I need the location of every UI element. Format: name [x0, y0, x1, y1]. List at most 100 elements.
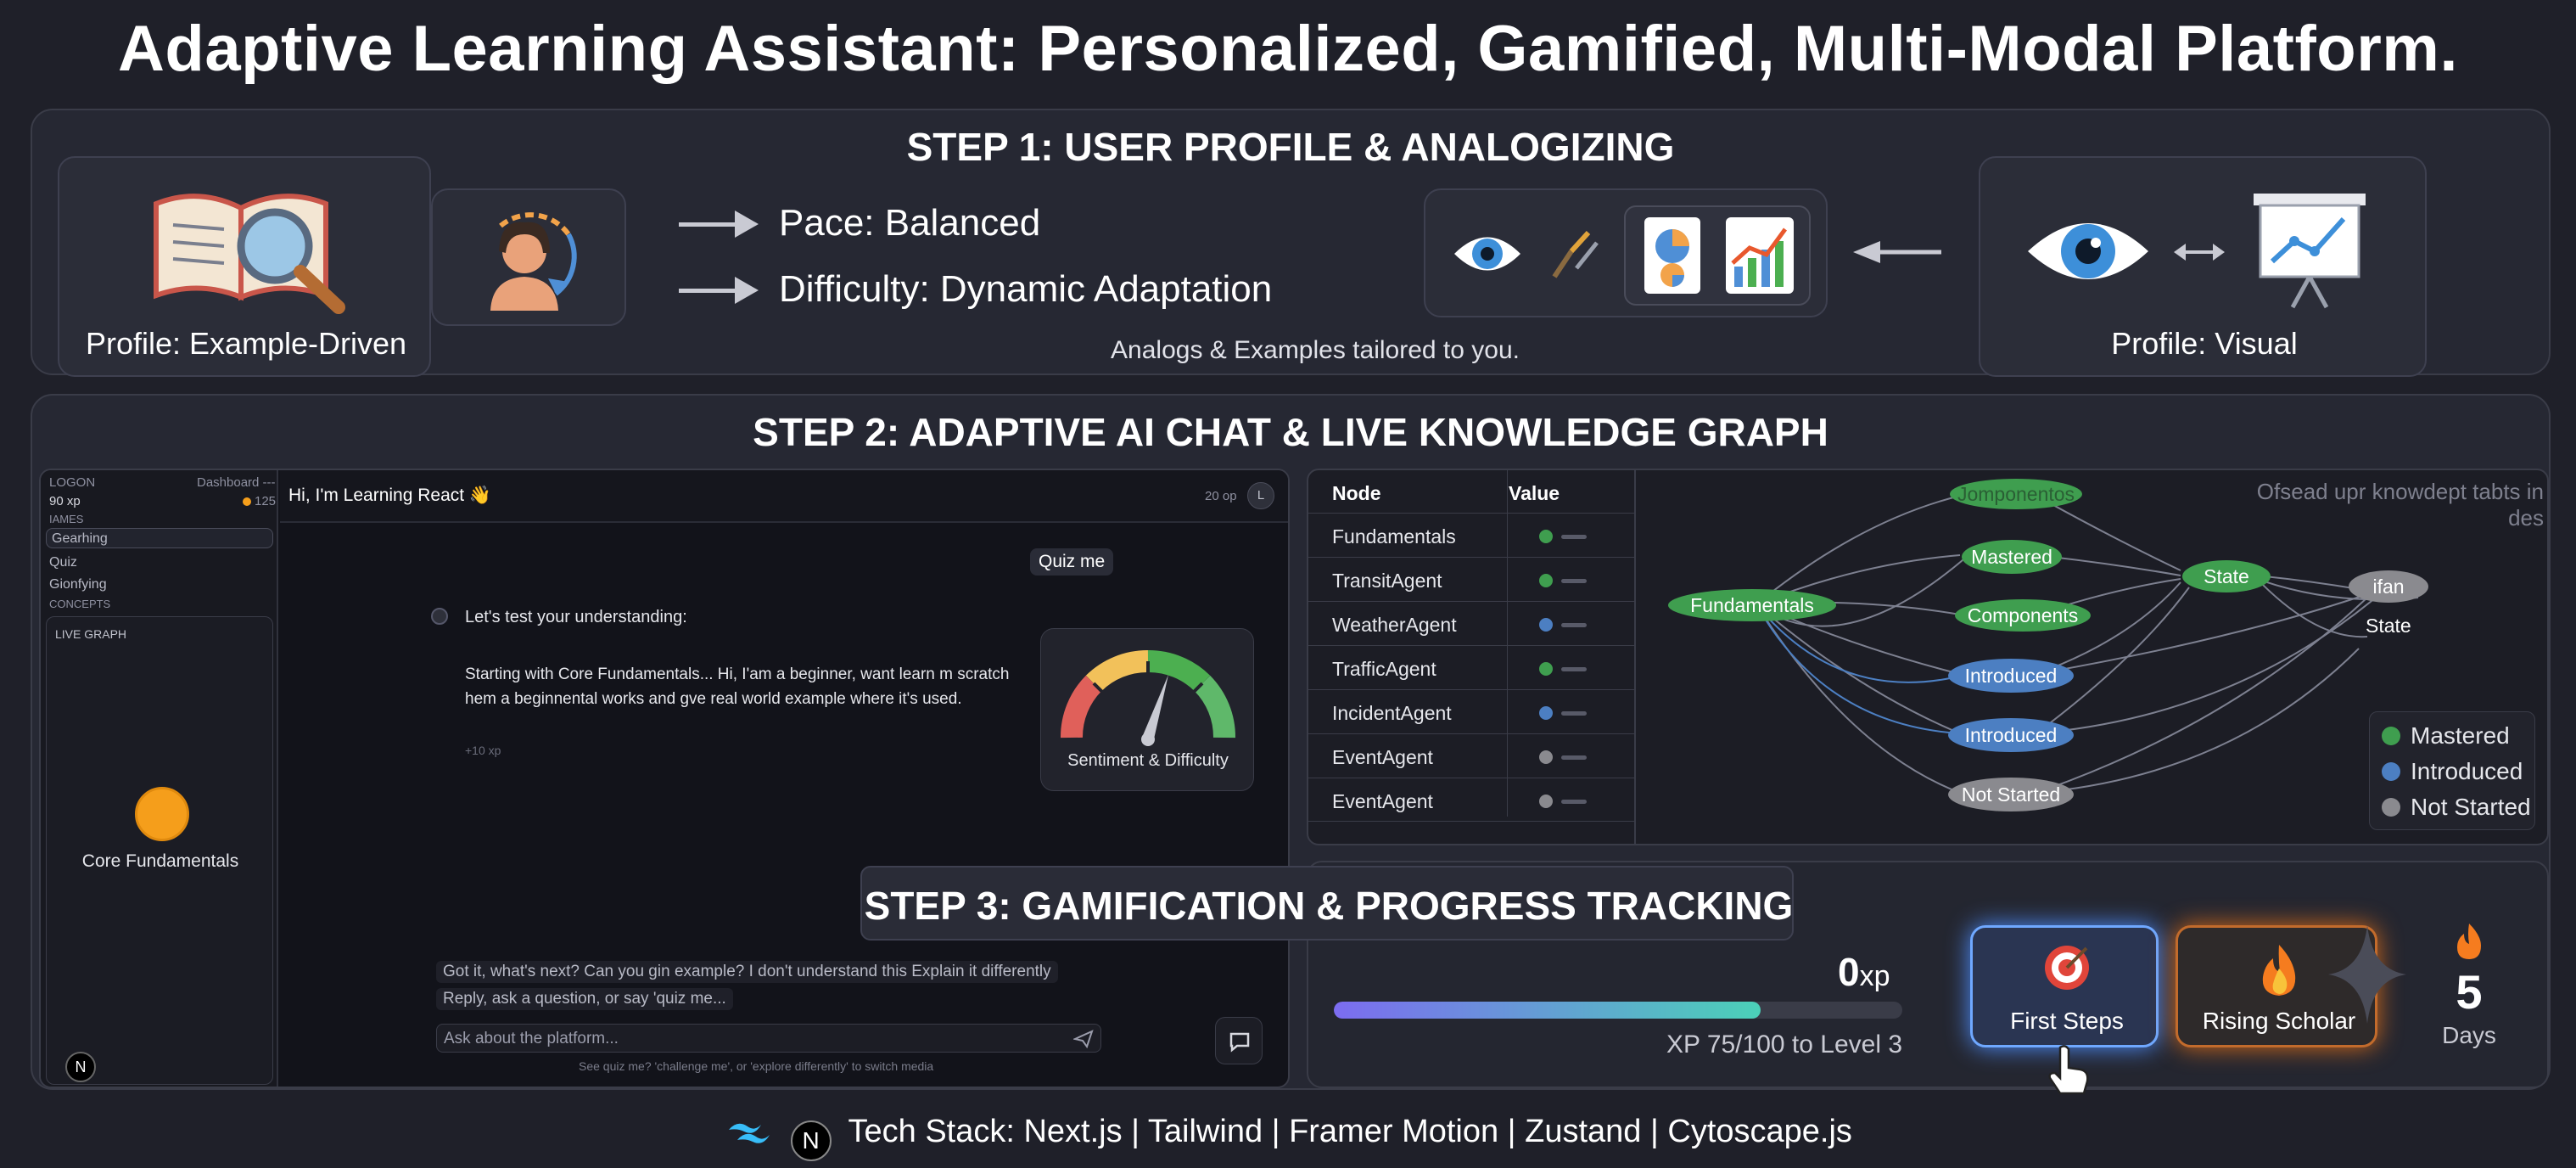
streak-flame-icon: [2457, 924, 2481, 959]
sidebar-dashboard-link[interactable]: Dashboard ---: [197, 475, 276, 490]
pace-label: Pace: Balanced: [779, 202, 1041, 244]
table-row[interactable]: EventAgent: [1308, 733, 1636, 778]
graph-node-fundamentals[interactable]: Fundamentals: [1668, 589, 1836, 621]
user-avatar[interactable]: N: [65, 1052, 96, 1082]
status-dot-introduced: [1539, 618, 1553, 632]
profile-example-label: Profile: Example-Driven: [85, 326, 407, 361]
value-bar: [1561, 535, 1587, 539]
graph-node-introduced-2[interactable]: Introduced: [1948, 718, 2074, 752]
xp-counter: 0xp: [1838, 949, 1890, 995]
graph-node-ifan[interactable]: ifan: [2349, 570, 2428, 603]
table-cell-node: EventAgent: [1332, 746, 1433, 768]
profile-example-card: Profile: Example-Driven: [58, 156, 431, 377]
swap-arrows-icon: [2174, 244, 2225, 261]
legend-dot-introduced: [2382, 762, 2400, 781]
chat-bubble-icon: [1229, 1032, 1250, 1053]
profile-visual-label: Profile: Visual: [2111, 326, 2298, 361]
ai-message-xp: +10 xp: [465, 744, 501, 757]
badge-label: First Steps: [2010, 1008, 2124, 1034]
legend-dot-not-started: [2382, 798, 2400, 817]
tech-stack-label: Tech Stack: Next.js | Tailwind | Framer …: [848, 1114, 1852, 1149]
xp-value: 0: [1838, 950, 1860, 994]
step2-title: STEP 2: ADAPTIVE AI CHAT & LIVE KNOWLEDG…: [753, 410, 1828, 454]
chat-bubble-button[interactable]: [1215, 1017, 1263, 1064]
arrow-pace: [679, 222, 738, 227]
step3-title: STEP 3: GAMIFICATION & PROGRESS TRACKING: [864, 884, 1794, 928]
xp-indicator-dot: [243, 497, 251, 506]
chat-header-title: Hi, I'm Learning React 👋: [288, 486, 492, 505]
xp-progress-label: XP 75/100 to Level 3: [1666, 1030, 1902, 1058]
tech-stack-footer: N Tech Stack: Next.js | Tailwind | Frame…: [0, 1114, 2576, 1161]
flame-icon: [2262, 945, 2296, 996]
chat-input[interactable]: Ask about the platform...: [436, 1024, 1101, 1053]
sidebar-item-quiz[interactable]: Quiz: [49, 555, 77, 570]
difficulty-label: Difficulty: Dynamic Adaptation: [779, 268, 1273, 310]
sidebar-concepts-label: CONCEPTS: [49, 598, 111, 610]
legend-label: Mastered: [2411, 722, 2510, 749]
concept-node[interactable]: [135, 787, 189, 841]
table-row[interactable]: WeatherAgent: [1308, 601, 1636, 645]
table-row[interactable]: Fundamentals: [1308, 513, 1636, 557]
value-bar: [1561, 755, 1587, 760]
chat-input-placeholder: Ask about the platform...: [444, 1030, 619, 1047]
table-cell-node: EventAgent: [1332, 790, 1433, 812]
badge-first-steps[interactable]: First Steps: [1970, 925, 2159, 1047]
send-icon[interactable]: [1073, 1030, 1094, 1048]
eye-icon: [1454, 237, 1520, 271]
table-cell-node: Fundamentals: [1332, 525, 1456, 548]
sidebar-item-gionfying[interactable]: Gionfying: [49, 577, 107, 592]
arrow-difficulty-head: [735, 277, 759, 304]
presentation-board-icon: [2254, 194, 2366, 309]
caption: Analogs & Examples tailored to you.: [1111, 336, 1520, 364]
graph-node-not-started[interactable]: Not Started: [1948, 778, 2074, 811]
table-row[interactable]: TrafficAgent: [1308, 645, 1636, 689]
ai-message-body: Starting with Core Fundamentals... Hi, I…: [465, 665, 1010, 708]
sidebar-xp: 90 xp: [49, 494, 81, 508]
modality-icons-card: [1424, 188, 1828, 317]
graph-node-mastered[interactable]: Mastered: [1962, 540, 2062, 574]
concept-node-label: Core Fundamentals: [81, 851, 239, 871]
gauge-label: Sentiment & Difficulty: [1067, 751, 1229, 770]
knowledge-graph-panel: Node Value Fundamentals TransitAgent Wea…: [1307, 469, 2549, 845]
sidebar-logo: LOGON: [49, 475, 96, 490]
reply-hint: Reply, ask a question, or say 'quiz me..…: [436, 988, 733, 1010]
table-header-node: Node: [1332, 482, 1381, 504]
table-row[interactable]: EventAgent: [1308, 778, 1636, 822]
adaptive-user-icon: [490, 212, 577, 311]
graph-node-state-label: State: [2366, 615, 2411, 637]
value-bar: [1561, 667, 1587, 671]
nextjs-icon: N: [790, 1120, 832, 1161]
value-bar: [1561, 579, 1587, 583]
sidebar-item-active[interactable]: Gearhing: [46, 528, 273, 548]
suggestion-chips[interactable]: Got it, what's next? Can you gin example…: [436, 961, 1058, 983]
target-icon: [2045, 946, 2089, 990]
sidebar-xp-right: 125: [255, 494, 277, 508]
streak-number: 5: [2456, 965, 2483, 1019]
graph-node-state[interactable]: State: [2182, 560, 2271, 592]
table-row[interactable]: TransitAgent: [1308, 557, 1636, 601]
table-cell-node: IncidentAgent: [1332, 702, 1452, 724]
input-footnote: See quiz me? 'challenge me', or 'explore…: [579, 1059, 934, 1073]
table-row[interactable]: IncidentAgent: [1308, 689, 1636, 733]
tailwind-icon: [729, 1123, 770, 1143]
sparkle-star-icon: [2328, 925, 2406, 1024]
chat-header-avatar[interactable]: L: [1247, 482, 1274, 509]
pie-chart-icon: [1644, 217, 1700, 294]
book-magnifier-icon: [154, 194, 345, 314]
graph-overlay-text: Ofsead upr knowdept tabts in des: [2256, 479, 2544, 531]
graph-node-introduced-1[interactable]: Introduced: [1948, 659, 2074, 693]
graph-node-components[interactable]: Components: [1955, 599, 2091, 632]
eye-icon: [2028, 223, 2148, 279]
status-dot-not-started: [1539, 795, 1553, 808]
status-dot-mastered: [1539, 662, 1553, 676]
graph-node-components-top[interactable]: Jomponentos: [1950, 479, 2082, 509]
sidebar-section-label: IAMES: [49, 513, 84, 525]
ai-avatar-icon: [431, 608, 448, 625]
user-message: Quiz me: [1030, 548, 1114, 576]
sentiment-gauge-card: Sentiment & Difficulty: [1040, 628, 1254, 791]
table-cell-node: TransitAgent: [1332, 570, 1442, 592]
chat-sidebar: LOGON Dashboard --- 90 xp 125 IAMES Gear…: [41, 470, 278, 1087]
legend-not-started: Not Started: [2382, 794, 2531, 821]
arrow-pace-head: [735, 211, 759, 238]
status-dot-not-started: [1539, 750, 1553, 764]
